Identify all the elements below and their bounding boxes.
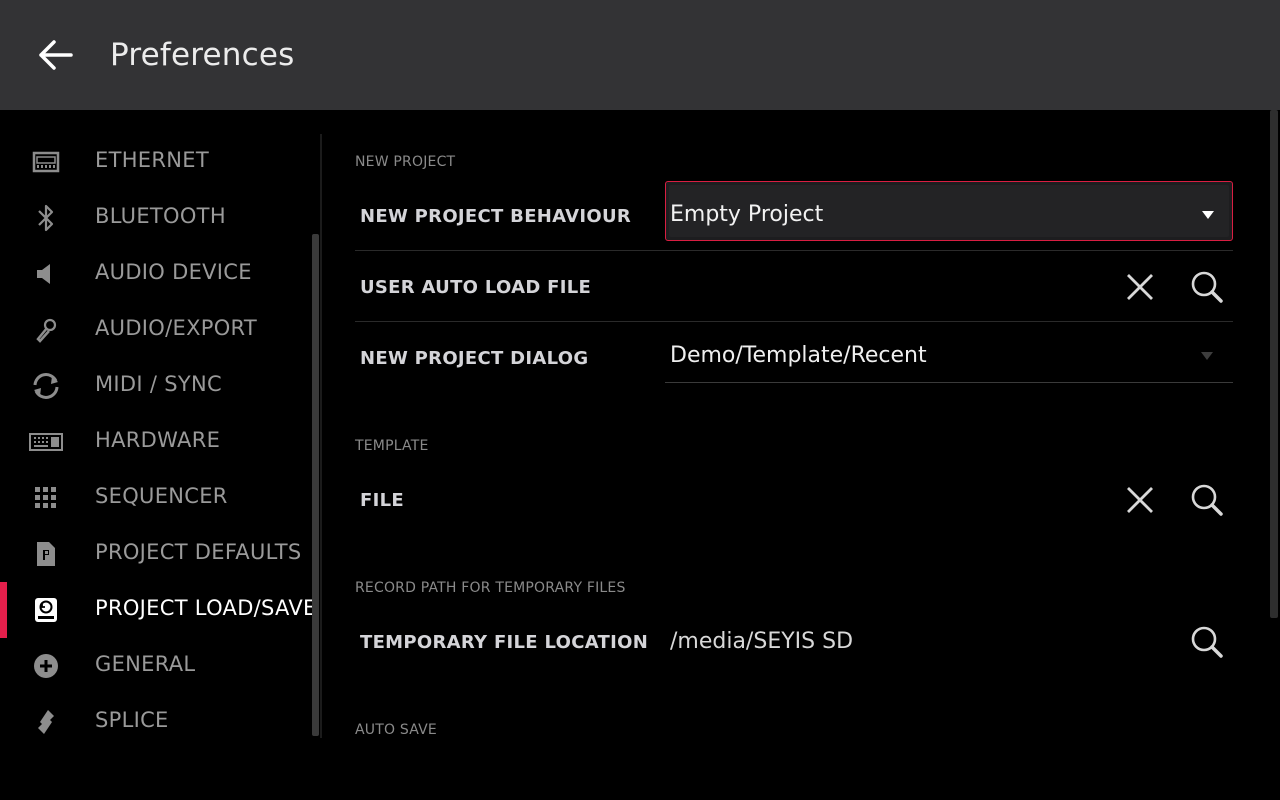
microphone-icon [28,314,64,346]
sidebar-item-splice[interactable]: SPLICE [0,694,310,750]
sidebar-item-label: PROJECT LOAD/SAVE [95,596,317,620]
document-icon [28,538,64,570]
caret-down-icon [1201,352,1213,360]
browse-template-button[interactable] [1185,478,1229,522]
browse-auto-load-button[interactable] [1185,265,1229,309]
sidebar-item-audio-export[interactable]: AUDIO/EXPORT [0,302,310,358]
active-indicator [0,582,7,638]
sidebar-item-label: AUDIO/EXPORT [95,316,258,340]
dropdown-value: Empty Project [670,202,824,227]
main-scrollbar[interactable] [1270,110,1278,618]
sidebar-item-label: AUDIO DEVICE [95,260,252,284]
sidebar-item-label: GENERAL [95,652,196,676]
sidebar-item-label: BLUETOOTH [95,204,226,228]
keyboard-icon [28,426,64,458]
sidebar-item-audio-device[interactable]: AUDIO DEVICE [0,246,310,302]
clear-template-button[interactable] [1118,478,1162,522]
search-icon [1191,626,1223,658]
sidebar-item-label: HARDWARE [95,428,221,452]
sidebar-scrollbar[interactable] [312,234,319,736]
section-header-template: TEMPLATE [355,438,429,454]
new-project-behaviour-dropdown[interactable]: Empty Project [665,181,1233,241]
grid-icon [28,482,64,514]
sidebar-item-midi-sync[interactable]: MIDI / SYNC [0,358,310,414]
page-title: Preferences [110,37,295,73]
temporary-file-location-value: /media/SEYIS SD [670,629,854,654]
settings-panel: NEW PROJECT NEW PROJECT BEHAVIOUR Empty … [355,110,1235,800]
sidebar-item-label: PROJECT DEFAULTS [95,540,302,564]
sidebar-item-general[interactable]: GENERAL [0,638,310,694]
sidebar-item-label: SPLICE [95,708,169,732]
search-icon [1191,271,1223,303]
section-header-auto-save: AUTO SAVE [355,722,437,738]
sidebar-item-hardware[interactable]: HARDWARE [0,414,310,470]
splice-icon [28,706,64,738]
new-project-behaviour-label: NEW PROJECT BEHAVIOUR [360,206,632,227]
dropdown-value: Demo/Template/Recent [670,343,927,368]
speaker-icon [28,258,64,290]
ethernet-icon [28,146,64,178]
template-file-label: FILE [360,490,404,511]
row-divider [355,250,1233,251]
sidebar-item-bluetooth[interactable]: BLUETOOTH [0,190,310,246]
new-project-dialog-dropdown[interactable]: Demo/Template/Recent [665,331,1233,383]
plus-circle-icon [28,650,64,682]
clear-auto-load-button[interactable] [1118,265,1162,309]
arrow-left-icon [39,40,73,70]
back-button[interactable] [30,30,80,80]
section-header-record-path: RECORD PATH FOR TEMPORARY FILES [355,580,626,596]
close-icon [1127,274,1153,300]
header-bar: Preferences [0,0,1280,110]
sidebar-divider [320,134,322,738]
close-icon [1127,487,1153,513]
sidebar-item-sequencer[interactable]: SEQUENCER [0,470,310,526]
section-header-new-project: NEW PROJECT [355,154,456,170]
new-project-dialog-label: NEW PROJECT DIALOG [360,348,589,369]
sidebar-item-label: MIDI / SYNC [95,372,222,396]
sidebar-item-project-defaults[interactable]: PROJECT DEFAULTS [0,526,310,582]
content-area: ETHERNET BLUETOOTH AUDIO DEVICE AUDIO/EX… [0,110,1280,800]
sidebar-item-label: ETHERNET [95,148,209,172]
bluetooth-icon [28,202,64,234]
search-icon [1191,484,1223,516]
sidebar-item-project-load-save[interactable]: PROJECT LOAD/SAVE [0,582,316,638]
browse-temp-location-button[interactable] [1185,620,1229,664]
drive-icon [28,594,64,626]
sidebar-item-label: SEQUENCER [95,484,228,508]
temporary-file-location-label: TEMPORARY FILE LOCATION [360,632,649,653]
sync-icon [28,370,64,402]
user-auto-load-file-label: USER AUTO LOAD FILE [360,277,592,298]
sidebar-item-ethernet[interactable]: ETHERNET [0,134,310,190]
sidebar: ETHERNET BLUETOOTH AUDIO DEVICE AUDIO/EX… [0,122,320,752]
caret-down-icon [1202,211,1214,219]
row-divider [355,321,1233,322]
